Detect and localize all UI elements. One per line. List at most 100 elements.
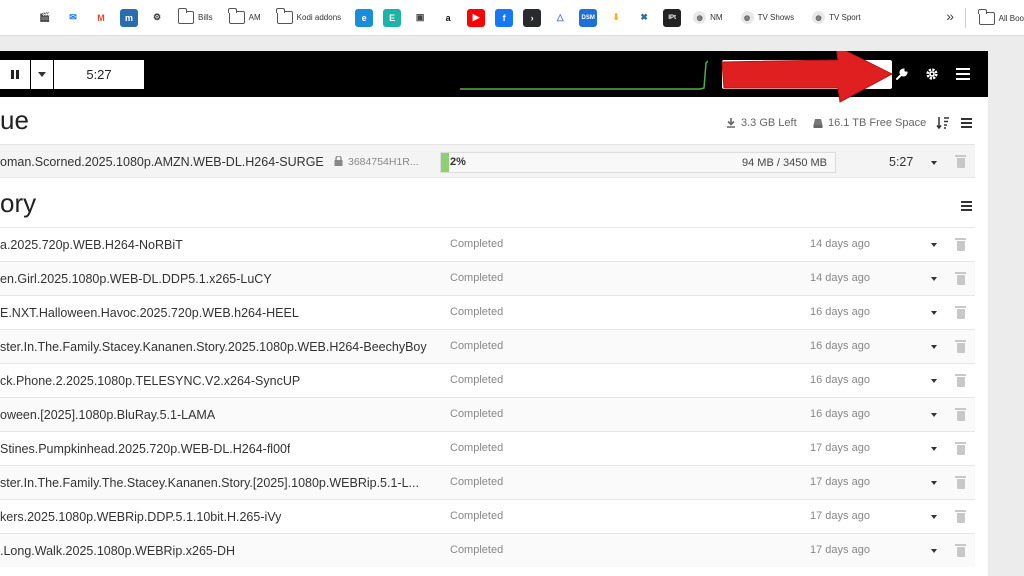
chevron-down-icon[interactable]	[931, 379, 937, 383]
chevron-down-icon[interactable]	[931, 311, 937, 315]
history-row[interactable]: oween.[2025].1080p.BluRay.5.1-LAMA Comple…	[0, 397, 975, 431]
bookmark-iptv[interactable]: IPt	[659, 6, 685, 30]
triangle-app-icon: △	[556, 12, 564, 22]
chevron-down-icon[interactable]	[931, 277, 937, 281]
history-row[interactable]: ster.In.The.Family.The.Stacey.Kananen.St…	[0, 465, 975, 499]
bookmark-triangle-app[interactable]: △	[547, 6, 573, 30]
history-item-age: 17 days ago	[810, 544, 870, 556]
cross-app-icon: ✖	[640, 12, 648, 22]
bookmark-edge[interactable]: e	[351, 6, 377, 30]
chevron-down-icon[interactable]	[931, 447, 937, 451]
history-item-name[interactable]: oween.[2025].1080p.BluRay.5.1-LAMA	[0, 408, 215, 422]
pause-button[interactable]	[0, 60, 30, 89]
globe-icon: ◍	[693, 11, 707, 24]
chevron-down-icon[interactable]	[931, 161, 937, 165]
history-item-name[interactable]: ck.Phone.2.2025.1080p.TELESYNC.V2.x264-S…	[0, 374, 300, 388]
gear-icon[interactable]	[922, 64, 942, 84]
history-row[interactable]: .Long.Walk.2025.1080p.WEBRip.x265-DH Comp…	[0, 533, 975, 567]
iptv-icon: IPt	[663, 8, 682, 27]
trash-icon[interactable]	[955, 374, 966, 387]
bookmark-site[interactable]: ◍ TV Shows	[740, 6, 794, 30]
download-icon	[726, 118, 736, 128]
bookmark-download-arrow[interactable]: ⬇	[603, 6, 629, 30]
bookmark-site[interactable]: ◍ NM	[693, 6, 723, 30]
trash-icon[interactable]	[955, 272, 966, 285]
history-row[interactable]: E.NXT.Halloween.Havoc.2025.720p.WEB.h264…	[0, 295, 975, 329]
history-row[interactable]: kers.2025.1080p.WEBRip.DDP.5.1.10bit.H.2…	[0, 499, 975, 533]
history-item-name[interactable]: en.Girl.2025.1080p.WEB-DL.DDP5.1.x265-Lu…	[0, 272, 272, 286]
trash-icon[interactable]	[955, 476, 966, 489]
history-item-name[interactable]: ster.In.The.Family.The.Stacey.Kananen.St…	[0, 476, 419, 490]
bookmark-e-app[interactable]: E	[379, 6, 405, 30]
all-bookmarks-button[interactable]: All Boo	[978, 0, 1024, 36]
chevron-down-icon[interactable]	[931, 243, 937, 247]
bookmark-youtube[interactable]: ▶	[463, 6, 489, 30]
history-options-button[interactable]	[961, 201, 972, 211]
queue-item-row[interactable]: oman.Scorned.2025.1080p.AMZN.WEB-DL.H264…	[0, 144, 975, 178]
chevron-down-icon[interactable]	[931, 549, 937, 553]
bookmark-facebook[interactable]: f	[491, 6, 517, 30]
history-item-age: 14 days ago	[810, 272, 870, 284]
m-app-icon: m	[120, 8, 138, 27]
history-row[interactable]: ck.Phone.2.2025.1080p.TELESYNC.V2.x264-S…	[0, 363, 975, 397]
trash-icon[interactable]	[955, 408, 966, 421]
pause-icon	[11, 70, 19, 79]
amazon-icon: a	[445, 12, 451, 23]
bookmark-film[interactable]: 🎞	[4, 6, 30, 30]
folder-icon	[177, 8, 194, 24]
chevron-down-icon[interactable]	[931, 515, 937, 519]
bookmark-folder[interactable]: Kodi addons	[276, 6, 341, 30]
history-item-name[interactable]: Stines.Pumpkinhead.2025.720p.WEB-DL.H264…	[0, 442, 290, 456]
history-row[interactable]: en.Girl.2025.1080p.WEB-DL.DDP5.1.x265-Lu…	[0, 261, 975, 295]
history-item-name[interactable]: .Long.Walk.2025.1080p.WEBRip.x265-DH	[0, 544, 235, 558]
bookmark-plex[interactable]: ›	[519, 6, 545, 30]
folder-icon	[276, 8, 293, 24]
bookmark-folder[interactable]: AM	[228, 6, 261, 30]
trash-icon[interactable]	[955, 238, 966, 251]
openai-icon: ⚙	[152, 12, 162, 22]
bookmark-mail[interactable]: ✉	[60, 6, 86, 30]
pause-options-dropdown[interactable]	[31, 60, 53, 89]
bookmark-dsm[interactable]: DSM	[575, 6, 601, 30]
queue-title: ue	[0, 105, 29, 135]
time-left-display: 5:27	[54, 60, 144, 89]
bookmark-store[interactable]: ▣	[407, 6, 433, 30]
history-item-name[interactable]: a.2025.720p.WEB.H264-NoRBiT	[0, 238, 183, 252]
trash-icon[interactable]	[955, 306, 966, 319]
trash-icon[interactable]	[955, 510, 966, 523]
speed-graph-line	[460, 60, 708, 90]
bookmark-openai[interactable]: ⚙	[144, 6, 170, 30]
history-item-name[interactable]: kers.2025.1080p.WEBRip.DDP.5.1.10bit.H.2…	[0, 510, 281, 524]
trash-icon[interactable]	[955, 340, 966, 353]
trash-icon[interactable]	[955, 442, 966, 455]
bookmark-folder[interactable]: Bills	[177, 6, 213, 30]
progress-percent: 2%	[450, 156, 466, 168]
bookmark-gmail[interactable]: M	[88, 6, 114, 30]
chevron-down-icon	[38, 72, 46, 77]
trash-icon[interactable]	[955, 155, 966, 168]
sort-icon[interactable]	[936, 116, 950, 130]
history-item-status: Completed	[450, 340, 504, 352]
bookmark-site[interactable]: ◍ TV Sport	[812, 6, 861, 30]
history-item-name[interactable]: E.NXT.Halloween.Havoc.2025.720p.WEB.h264…	[0, 306, 299, 320]
bookmark-cross-app[interactable]: ✖	[631, 6, 657, 30]
bookmark-amazon[interactable]: a	[435, 6, 461, 30]
bookmark-clapperboard[interactable]: 🎬	[32, 6, 58, 30]
chevron-down-icon[interactable]	[931, 413, 937, 417]
bookmarks-bar: 🎞 🎬 ✉ Mm ⚙ Bills AM Kodi addons e E ▣ a ▶ f › △ DSM ⬇ ✖ IPt…	[0, 0, 1024, 36]
history-row[interactable]: Stines.Pumpkinhead.2025.720p.WEB-DL.H264…	[0, 431, 975, 465]
folder-icon	[978, 8, 995, 25]
film-icon: 🎞	[11, 12, 23, 22]
history-row[interactable]: a.2025.720p.WEB.H264-NoRBiT Completed 14 d…	[0, 227, 975, 261]
bookmark-m-app[interactable]: m	[116, 6, 142, 30]
folder-icon	[228, 8, 245, 24]
history-item-name[interactable]: ster.In.The.Family.Stacey.Kananen.Story.…	[0, 340, 427, 354]
queue-options-button[interactable]	[961, 118, 972, 128]
queue-item-name[interactable]: oman.Scorned.2025.1080p.AMZN.WEB-DL.H264…	[0, 155, 324, 169]
trash-icon[interactable]	[955, 544, 966, 557]
history-row[interactable]: ster.In.The.Family.Stacey.Kananen.Story.…	[0, 329, 975, 363]
main-menu-button[interactable]	[953, 64, 973, 84]
chevron-down-icon[interactable]	[931, 345, 937, 349]
chevron-down-icon[interactable]	[931, 481, 937, 485]
bookmarks-overflow-button[interactable]: »	[946, 8, 954, 24]
